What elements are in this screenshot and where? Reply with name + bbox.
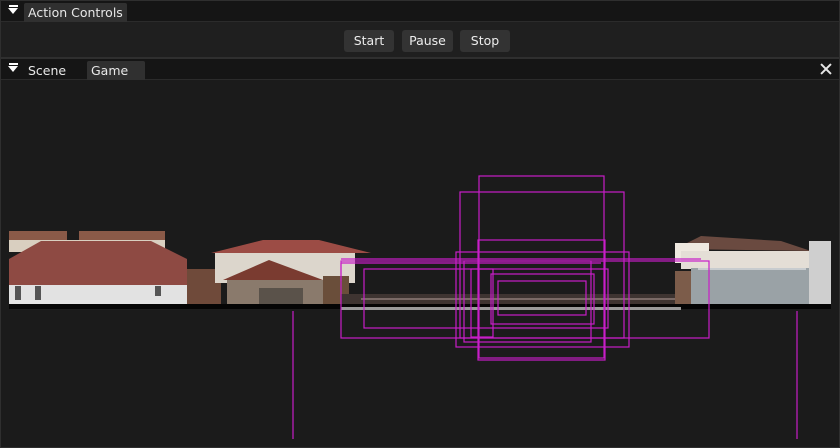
action-controls-panel: Action Controls Start Pause Stop — [0, 0, 840, 58]
pause-button[interactable]: Pause — [402, 30, 453, 52]
action-controls-tab-bar: Action Controls — [1, 1, 839, 22]
start-button[interactable]: Start — [344, 30, 394, 52]
viewport-panel: Scene Game — [0, 58, 840, 448]
stop-button[interactable]: Stop — [460, 30, 510, 52]
game-view[interactable] — [1, 81, 839, 447]
tab-action-controls[interactable]: Action Controls — [24, 3, 127, 22]
tab-scene[interactable]: Scene — [24, 61, 70, 80]
building-center — [341, 294, 681, 310]
viewport-tab-bar: Scene Game — [1, 59, 839, 80]
close-icon[interactable] — [819, 62, 833, 76]
collapse-arrow-icon[interactable] — [7, 63, 19, 75]
collapse-arrow-icon[interactable] — [7, 5, 19, 17]
tab-game[interactable]: Game — [87, 61, 145, 80]
